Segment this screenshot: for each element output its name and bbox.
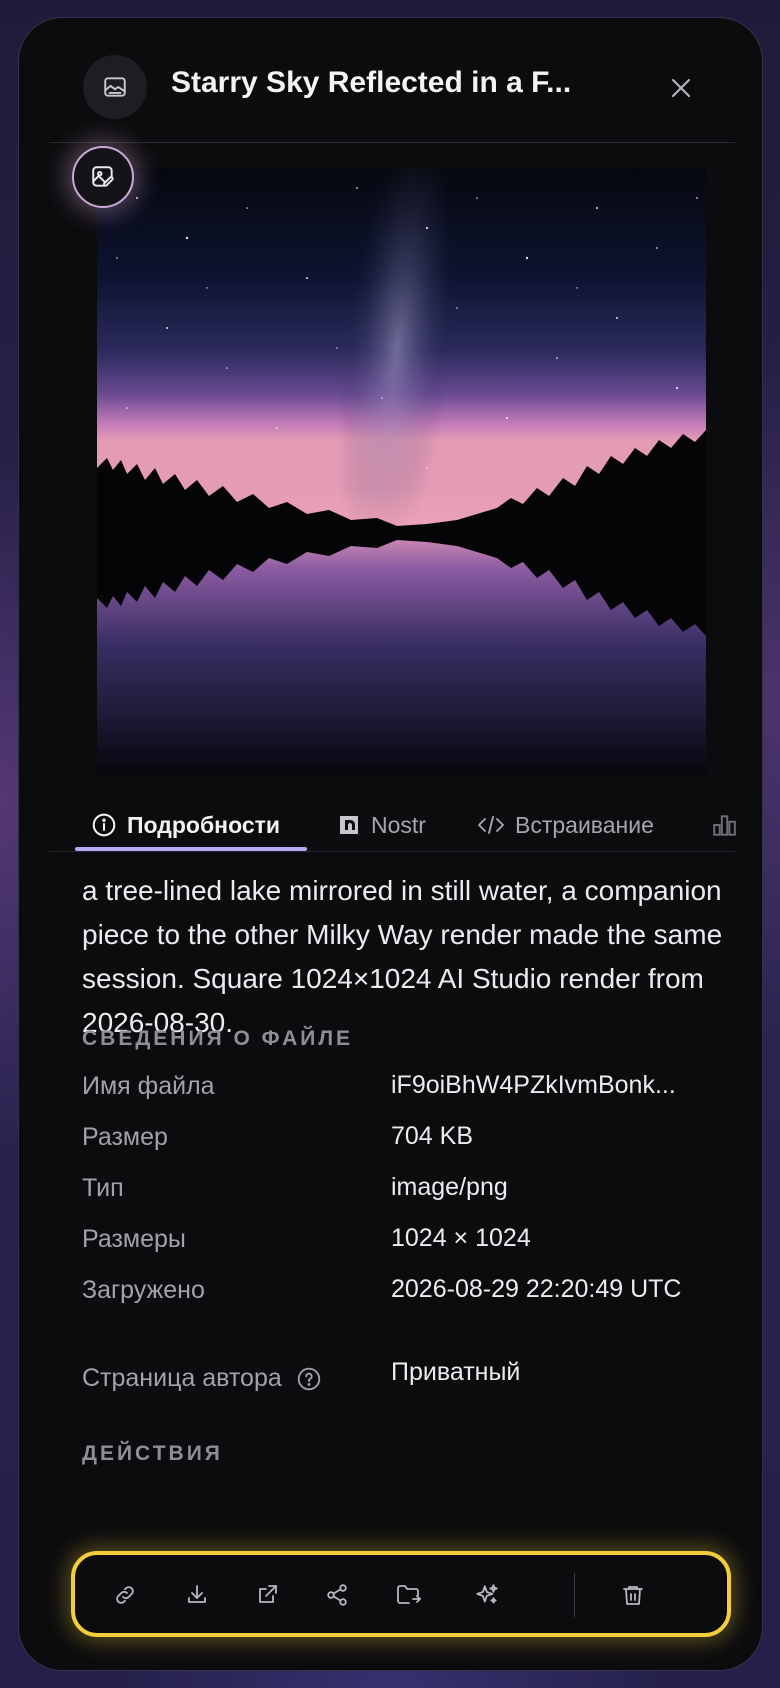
close-icon — [672, 79, 690, 97]
type-value: image/png — [391, 1173, 508, 1201]
modal-header: Starry Sky Reflected in a F... — [19, 18, 762, 144]
help-icon[interactable] — [296, 1366, 322, 1392]
trash-icon — [623, 1586, 643, 1605]
sparkles-icon — [476, 1584, 498, 1604]
type-label: Тип — [82, 1174, 124, 1202]
external-link-icon — [259, 1585, 277, 1603]
link-icon — [116, 1586, 134, 1604]
code-icon — [478, 816, 504, 834]
uploaded-label: Загружено — [82, 1276, 205, 1304]
dimensions-label: Размеры — [82, 1225, 186, 1253]
file-info-heading: СВЕДЕНИЯ О ФАЙЛЕ — [82, 1027, 354, 1050]
image-icon — [83, 55, 147, 119]
uploaded-value: 2026-08-29 22:20:49 UTC — [391, 1275, 682, 1303]
ai-enhance-button[interactable] — [467, 1575, 507, 1615]
filename-label: Имя файла — [82, 1072, 215, 1100]
image-description: Long exposure landscape of the Milky Way… — [82, 852, 732, 1045]
edit-image-button[interactable] — [72, 146, 134, 208]
header-divider — [49, 142, 735, 143]
actions-heading: ДЕЙСТВИЯ — [82, 1442, 223, 1465]
stats-icon — [713, 815, 736, 836]
tab-nostr-label: Nostr — [371, 811, 426, 838]
description-clipped-line: Long exposure landscape of the Milky Way… — [82, 852, 732, 869]
image-details-modal: Starry Sky Reflected in a F... Подробнос… — [18, 17, 763, 1671]
details-panel: Long exposure landscape of the Milky Way… — [19, 852, 762, 1592]
modal-title: Starry Sky Reflected in a F... — [171, 66, 572, 99]
tab-details-label: Подробности — [127, 811, 281, 838]
move-folder-icon — [397, 1585, 421, 1604]
author-page-label: Страница автора — [82, 1364, 282, 1392]
actions-separator — [574, 1573, 575, 1617]
image-edit-icon — [92, 166, 114, 187]
preview-image[interactable] — [97, 168, 706, 776]
download-icon — [188, 1585, 206, 1603]
author-page-value: Приватный — [391, 1358, 521, 1386]
share-button[interactable] — [317, 1575, 357, 1615]
copy-link-button[interactable] — [105, 1575, 145, 1615]
dimensions-value: 1024 × 1024 — [391, 1224, 531, 1252]
filename-value[interactable]: iF9oiBhW4PZkIvmBonk... — [391, 1066, 711, 1104]
tab-embed-label: Встраивание — [515, 811, 654, 838]
move-to-folder-button[interactable] — [389, 1575, 429, 1615]
share-icon — [327, 1584, 347, 1606]
author-page-label-row: Страница автора — [82, 1364, 322, 1393]
open-external-button[interactable] — [247, 1575, 287, 1615]
delete-button[interactable] — [613, 1575, 653, 1615]
close-button[interactable] — [661, 68, 701, 108]
description-text: a tree-lined lake mirrored in still wate… — [82, 875, 723, 1038]
size-value: 704 KB — [391, 1122, 474, 1150]
info-icon — [92, 813, 116, 837]
actions-toolbar — [71, 1551, 731, 1637]
nostr-icon — [340, 816, 358, 834]
download-button[interactable] — [177, 1575, 217, 1615]
size-label: Размер — [82, 1123, 168, 1151]
